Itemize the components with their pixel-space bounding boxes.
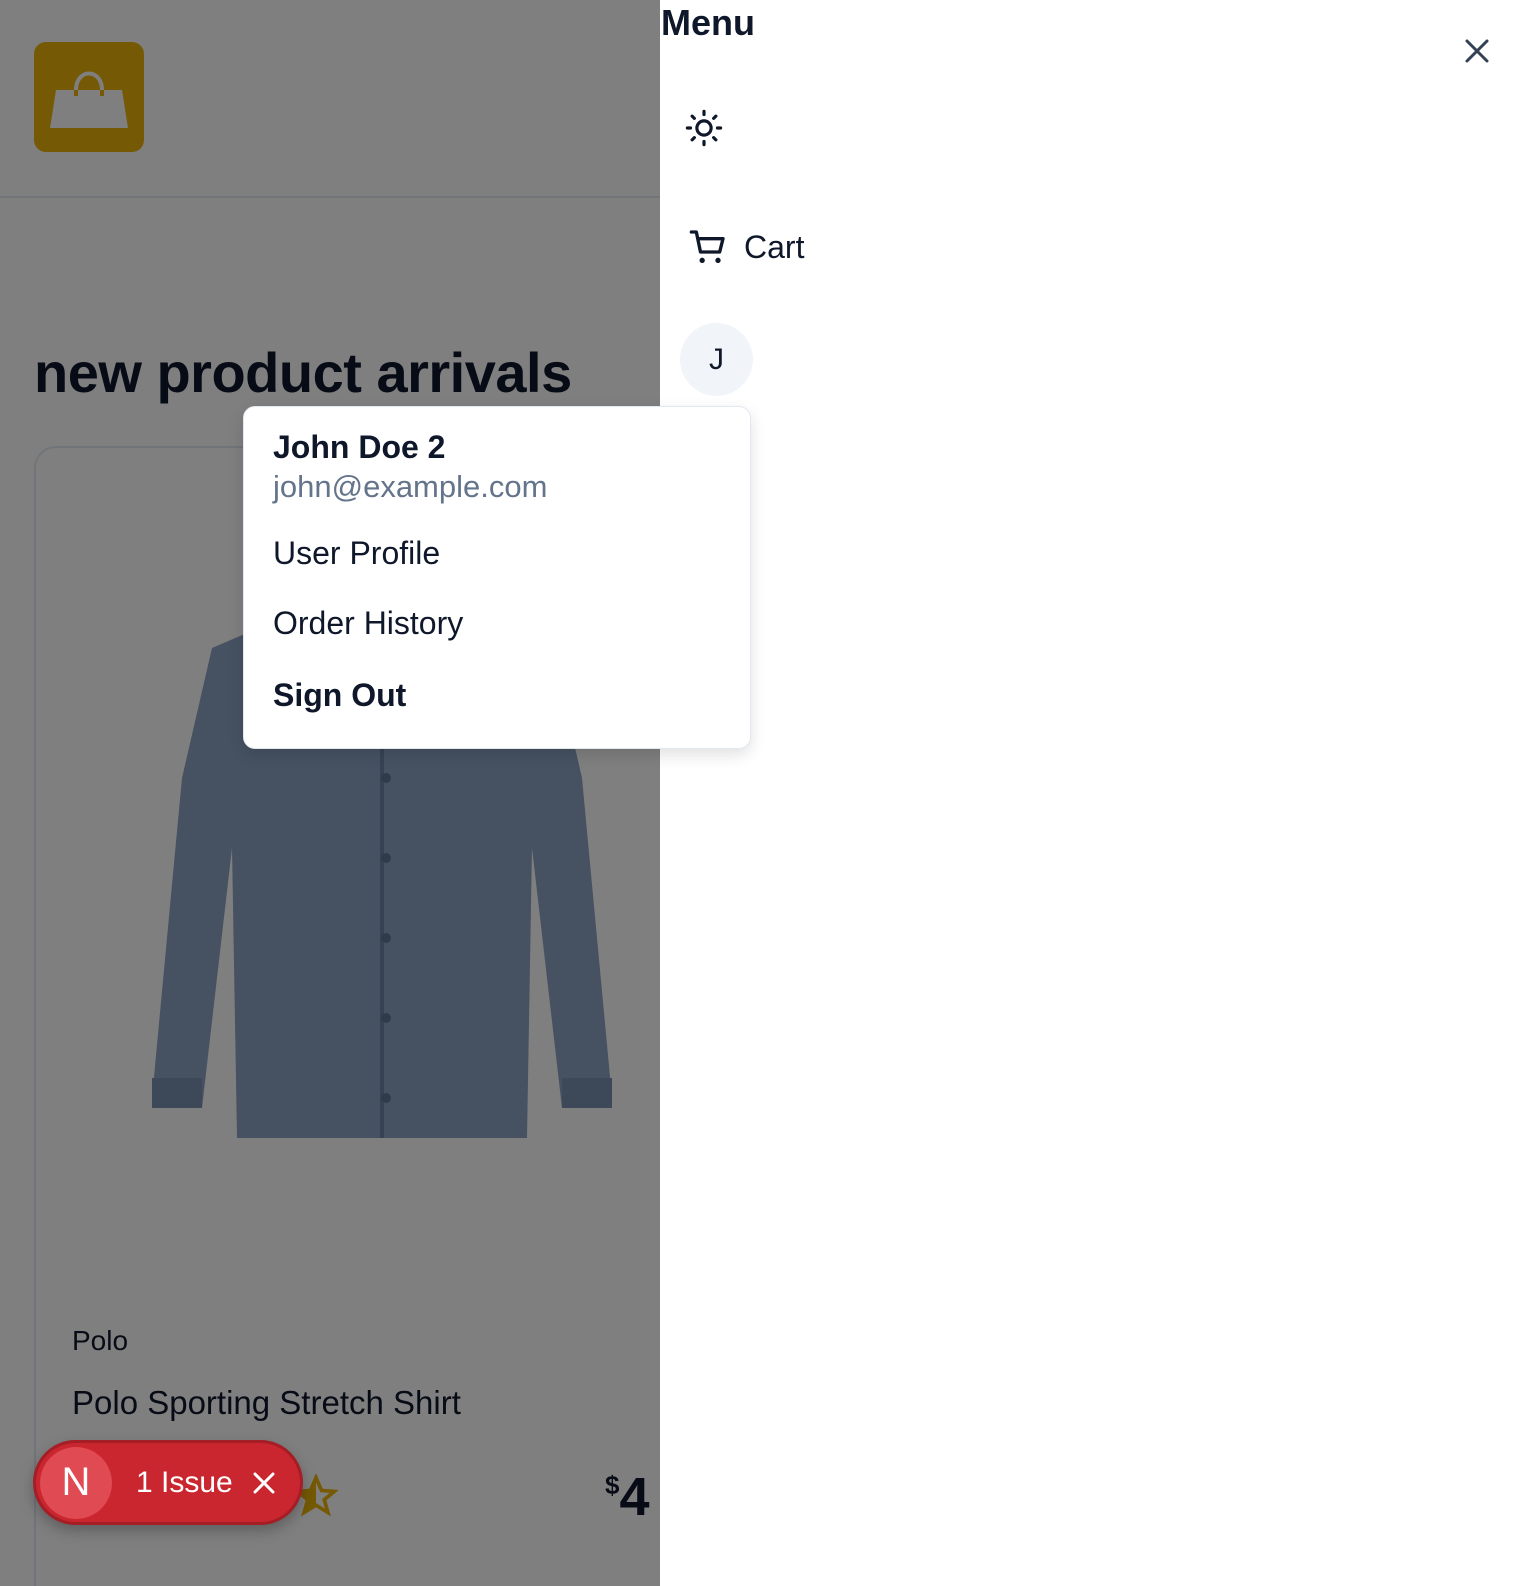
close-icon <box>1465 39 1489 63</box>
menu-item-order-history[interactable]: Order History <box>273 605 463 642</box>
cart-link[interactable]: Cart <box>688 222 804 272</box>
issue-count-label[interactable]: 1 Issue <box>136 1466 233 1500</box>
user-avatar-button[interactable]: J <box>680 323 753 396</box>
menu-drawer: Menu Cart J <box>660 0 1516 1586</box>
cart-label: Cart <box>744 228 805 265</box>
close-button[interactable] <box>1460 34 1494 68</box>
cart-icon <box>689 230 725 263</box>
issue-close-button[interactable] <box>249 1468 279 1498</box>
issue-badge[interactable]: N 1 Issue <box>33 1440 303 1525</box>
user-email: john@example.com <box>273 469 548 504</box>
drawer-title: Menu <box>661 2 755 43</box>
theme-toggle-button[interactable] <box>682 106 726 150</box>
close-icon <box>253 1472 275 1493</box>
theme-toggle-icon <box>685 109 723 147</box>
menu-item-user-profile[interactable]: User Profile <box>273 535 440 572</box>
nextjs-logo-icon: N <box>40 1446 112 1519</box>
user-name: John Doe 2 <box>273 429 446 465</box>
menu-item-sign-out[interactable]: Sign Out <box>273 677 406 714</box>
user-dropdown-menu: John Doe 2 john@example.com User Profile… <box>243 406 751 749</box>
